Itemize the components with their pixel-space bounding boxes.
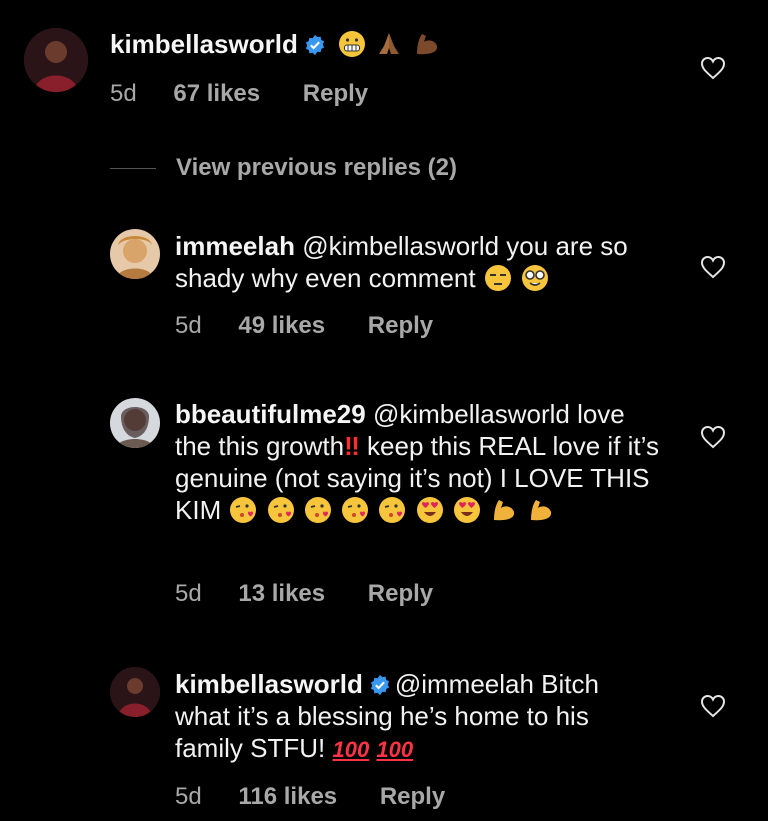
view-previous-label: View previous replies (2) [176,154,458,181]
timestamp: 5d [110,80,137,107]
comment-meta: 5d 49 likes Reply [175,312,433,340]
kissing-heart-emoji-icon [342,497,369,523]
verified-badge-icon [370,674,389,696]
comment-body: kimbellasworld [110,28,510,60]
comment-body: kimbellasworld @immeelah Bitch what it’s … [175,668,660,766]
hundred-points-emoji-icon: 100 [376,737,414,762]
timestamp: 5d [175,580,202,607]
username[interactable]: immeelah [175,231,295,261]
nerd-face-emoji-icon [522,265,549,291]
kissing-heart-emoji-icon [379,497,406,523]
comment-meta: 5d 13 likes Reply [175,580,433,608]
kissing-heart-emoji-icon [230,497,257,523]
timestamp: 5d [175,312,202,339]
verified-badge-icon [305,34,324,56]
username[interactable]: bbeautifulme29 [175,399,366,429]
heart-outline-icon[interactable] [700,56,726,80]
comment-body: immeelah @kimbellasworld you are so shad… [175,230,660,294]
flexed-biceps-emoji-icon [531,500,552,521]
heart-eyes-emoji-icon [416,497,443,523]
hundred-points-emoji-icon: 100 [332,737,370,762]
reply-button[interactable]: Reply [368,580,433,608]
heart-outline-icon[interactable] [700,694,726,718]
heart-outline-icon[interactable] [700,425,726,449]
username[interactable]: kimbellasworld [175,669,363,699]
timestamp: 5d [175,783,202,810]
heart-outline-icon[interactable] [700,255,726,279]
reply-button[interactable]: Reply [303,80,368,108]
likes-count[interactable]: 67 likes [173,80,260,108]
heart-eyes-emoji-icon [453,497,480,523]
avatar[interactable] [110,229,160,279]
unamused-face-emoji-icon [484,265,511,291]
reply-button[interactable]: Reply [380,783,445,811]
likes-count[interactable]: 13 likes [238,580,325,608]
likes-count[interactable]: 116 likes [238,783,337,811]
avatar[interactable] [24,28,88,92]
comment-meta: 5d 116 likes Reply [175,783,445,811]
reply-button[interactable]: Reply [368,312,433,340]
username[interactable]: kimbellasworld [110,29,298,59]
kissing-heart-emoji-icon [304,497,331,523]
avatar[interactable] [110,398,160,448]
flexed-biceps-emoji-icon [416,34,437,55]
flexed-biceps-emoji-icon [494,500,515,521]
kissing-heart-emoji-icon [267,497,294,523]
comment-meta: 5d 67 likes Reply [110,80,368,108]
folded-hands-emoji-icon [379,33,400,54]
double-exclamation-emoji-icon: ‼ [344,431,360,461]
view-previous-replies-button[interactable]: View previous replies (2) [110,154,457,182]
divider-line [110,168,156,170]
comment-body: bbeautifulme29 @kimbellasworld love the … [175,398,660,526]
likes-count[interactable]: 49 likes [238,312,325,340]
grimacing-emoji-icon [339,31,366,57]
avatar[interactable] [110,667,160,717]
